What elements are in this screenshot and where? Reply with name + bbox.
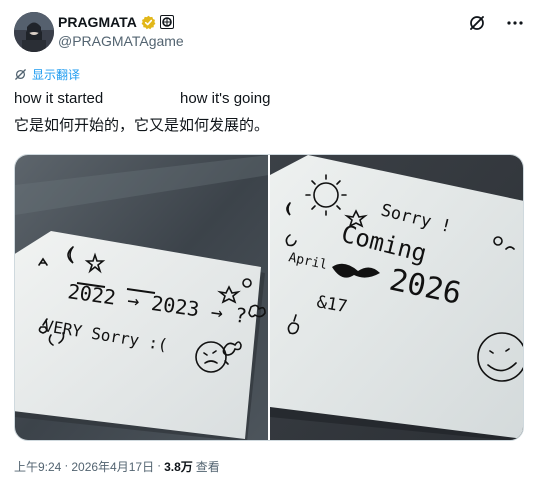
tweet-body: how it started how it's going 它是如何开始的，它又… bbox=[14, 89, 270, 135]
grok-icon[interactable] bbox=[467, 13, 487, 33]
tweet: PRAGMATA @PRAGMATAgame 显示翻译 how it start… bbox=[0, 0, 539, 491]
avatar[interactable] bbox=[14, 12, 54, 52]
media-grid: 2022 → 2023 → ? VERY Sorry :(Sorry ! Co… bbox=[14, 154, 524, 441]
show-translation-label[interactable]: 显示翻译 bbox=[32, 66, 80, 83]
tweet-date[interactable]: 2026年4月17日 bbox=[71, 458, 154, 475]
media-image-left[interactable]: 2022 → 2023 → ? VERY Sorry :( bbox=[15, 155, 268, 440]
author-name[interactable]: PRAGMATA bbox=[58, 14, 137, 30]
author-name-row[interactable]: PRAGMATA bbox=[58, 14, 174, 30]
tweet-text-translation: 它是如何开始的，它又是如何发展的。 bbox=[14, 117, 270, 134]
tweet-actions-top bbox=[467, 13, 525, 33]
affiliate-badge-icon[interactable] bbox=[159, 15, 174, 29]
more-icon[interactable] bbox=[505, 13, 525, 33]
media-image-right[interactable]: Sorry ! Coming April 2026 &17 bbox=[269, 155, 523, 440]
verified-icon bbox=[141, 15, 156, 30]
author-handle[interactable]: @PRAGMATAgame bbox=[58, 33, 184, 49]
meta-separator-2: · bbox=[157, 458, 162, 472]
meta-separator-1: · bbox=[64, 458, 69, 472]
views-count: 3.8万 bbox=[164, 460, 193, 474]
tweet-text-going: how it's going bbox=[180, 90, 271, 107]
tweet-meta: 上午9:24 · 2026年4月17日 · 3.8万 查看 bbox=[14, 458, 220, 475]
tweet-text-started: how it started bbox=[14, 90, 104, 107]
translate-icon bbox=[15, 69, 26, 80]
tweet-time[interactable]: 上午9:24 bbox=[14, 458, 61, 475]
show-translation-link[interactable]: 显示翻译 bbox=[14, 66, 80, 83]
views-label: 查看 bbox=[195, 460, 220, 474]
